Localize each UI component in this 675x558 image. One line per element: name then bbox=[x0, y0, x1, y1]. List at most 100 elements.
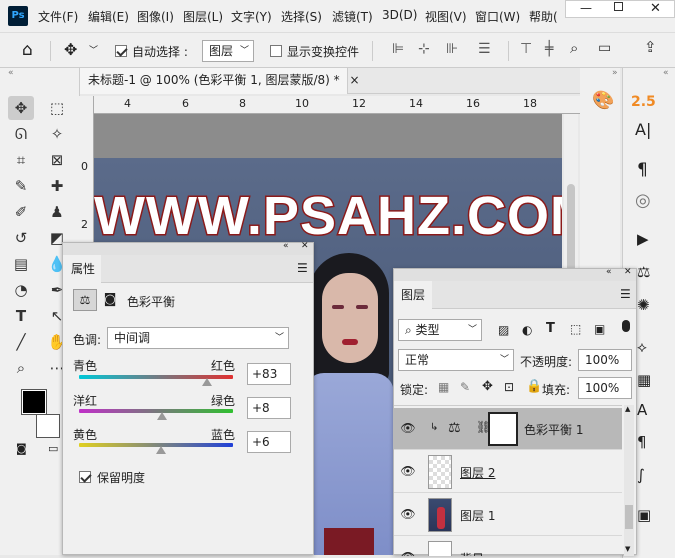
filter-pixel-icon[interactable]: ▨ bbox=[498, 323, 509, 337]
cyan-red-value[interactable]: +83 bbox=[247, 363, 291, 385]
brush-tool-icon[interactable]: ✐ bbox=[8, 200, 34, 224]
magenta-green-track[interactable] bbox=[79, 409, 233, 413]
menu-view[interactable]: 视图(V) bbox=[425, 8, 467, 25]
swatches-icon[interactable]: ▦ bbox=[637, 371, 651, 389]
magenta-green-slider-thumb[interactable] bbox=[157, 412, 168, 420]
type-tool-icon[interactable]: T bbox=[8, 304, 34, 328]
visibility-eye-icon[interactable]: 👁 bbox=[400, 465, 416, 477]
menu-help[interactable]: 帮助( bbox=[529, 8, 558, 25]
lasso-tool-icon[interactable]: ᘏ bbox=[8, 122, 34, 146]
menu-window[interactable]: 窗口(W) bbox=[475, 8, 520, 25]
filter-shape-icon[interactable]: ⬚ bbox=[570, 322, 581, 336]
menu-select[interactable]: 选择(S) bbox=[281, 8, 322, 25]
blend-mode-dropdown[interactable]: 正常 ﹀ bbox=[398, 349, 514, 371]
lock-position-icon[interactable]: ✥ bbox=[482, 379, 493, 394]
filter-adjustment-icon[interactable]: ◐ bbox=[522, 323, 532, 337]
layer-row[interactable]: 👁 图层 1 bbox=[394, 494, 622, 536]
layer-name[interactable]: 图层 1 bbox=[460, 507, 495, 524]
move-tool-icon[interactable]: ✥ bbox=[64, 40, 77, 59]
auto-select-dropdown[interactable]: 图层 ﹀ bbox=[202, 40, 254, 62]
distribute-icon[interactable]: ☰ bbox=[478, 41, 491, 57]
align-left-icon[interactable]: ⊫ bbox=[392, 41, 404, 57]
menu-file[interactable]: 文件(F) bbox=[38, 8, 78, 25]
scroll-thumb[interactable] bbox=[625, 505, 633, 529]
layer-filter-dropdown[interactable]: ⌕ 类型 ﹀ bbox=[398, 319, 482, 341]
marquee-tool-icon[interactable]: ⬚ bbox=[44, 96, 70, 120]
lock-transparent-icon[interactable]: ▦ bbox=[438, 380, 449, 394]
preserve-luminosity-checkbox[interactable] bbox=[79, 471, 91, 483]
share-icon[interactable]: ⇪ bbox=[644, 38, 657, 56]
path-icon[interactable]: ∫ bbox=[637, 466, 645, 484]
fill-input[interactable]: 100% bbox=[578, 377, 632, 399]
auto-select-checkbox[interactable] bbox=[115, 45, 127, 57]
visibility-eye-icon[interactable]: 👁 bbox=[400, 551, 416, 556]
menu-image[interactable]: 图像(I) bbox=[137, 8, 174, 25]
line-tool-icon[interactable]: ╱ bbox=[8, 330, 34, 354]
align-middle-icon[interactable]: ╪ bbox=[545, 41, 553, 57]
opacity-input[interactable]: 100% bbox=[578, 349, 632, 371]
brush-settings-icon[interactable]: ✺ bbox=[637, 296, 650, 314]
zoom-tool-icon[interactable]: ⌕ bbox=[8, 356, 34, 380]
layer-name[interactable]: 图层 2 bbox=[460, 464, 495, 481]
workspace-icon[interactable]: ▭ bbox=[598, 40, 611, 56]
home-icon[interactable]: ⌂ bbox=[22, 40, 33, 60]
move-tool-icon[interactable]: ✥ bbox=[8, 96, 34, 120]
character-icon[interactable]: A| bbox=[635, 120, 651, 139]
collapse-icon[interactable]: « bbox=[8, 68, 14, 78]
play-icon[interactable]: ▶ bbox=[637, 230, 649, 248]
chevron-down-icon[interactable]: ﹀ bbox=[89, 43, 98, 56]
glyph-icon[interactable]: ◎ bbox=[635, 190, 651, 211]
layer-row[interactable]: 👁 背景 bbox=[394, 537, 622, 556]
visibility-eye-icon[interactable]: 👁 bbox=[400, 508, 416, 520]
close-window-icon[interactable]: ✕ bbox=[650, 1, 661, 16]
layer-row[interactable]: 👁 图层 2 bbox=[394, 451, 622, 493]
healing-brush-icon[interactable]: ✚ bbox=[44, 174, 70, 198]
stamp-tool-icon[interactable]: ♟ bbox=[44, 200, 70, 224]
layer-name[interactable]: 色彩平衡 1 bbox=[524, 421, 583, 438]
balance-icon[interactable]: ⚖ bbox=[73, 289, 97, 311]
minimize-icon[interactable]: — bbox=[580, 1, 592, 15]
collapse-icon[interactable]: « bbox=[663, 68, 669, 78]
frame-tool-icon[interactable]: ⊠ bbox=[44, 148, 70, 172]
history-brush-icon[interactable]: ↺ bbox=[8, 226, 34, 250]
lock-image-icon[interactable]: ✎ bbox=[460, 380, 470, 394]
eyedropper-icon[interactable]: ✎ bbox=[8, 174, 34, 198]
align-center-icon[interactable]: ⊹ bbox=[418, 41, 430, 57]
visibility-eye-icon[interactable]: 👁 bbox=[400, 422, 416, 434]
filter-toggle[interactable] bbox=[622, 320, 630, 332]
document-tab[interactable]: 未标题-1 @ 100% (色彩平衡 1, 图层蒙版/8) * × bbox=[80, 68, 360, 94]
layer-name[interactable]: 背景 bbox=[460, 550, 484, 556]
paragraph-icon[interactable]: ¶ bbox=[637, 433, 647, 451]
lock-artboard-icon[interactable]: ⊡ bbox=[504, 380, 514, 394]
filter-smart-object-icon[interactable]: ▣ bbox=[594, 322, 605, 336]
layers-scrollbar[interactable]: ▲ ▼ bbox=[624, 405, 634, 556]
collapse-icon[interactable]: « bbox=[283, 241, 289, 251]
close-icon[interactable]: × bbox=[349, 73, 359, 87]
palette-icon[interactable]: 🎨 bbox=[592, 90, 614, 111]
panel-menu-icon[interactable]: ☰ bbox=[620, 287, 631, 301]
character-size-value[interactable]: 2.5 bbox=[631, 94, 656, 110]
scroll-up-icon[interactable]: ▲ bbox=[625, 405, 630, 413]
background-color-swatch[interactable] bbox=[36, 414, 60, 438]
magenta-green-value[interactable]: +8 bbox=[247, 397, 291, 419]
menu-filter[interactable]: 滤镜(T) bbox=[332, 8, 373, 25]
close-icon[interactable]: ✕ bbox=[301, 241, 309, 251]
tab-layers[interactable]: 图层 bbox=[394, 281, 432, 309]
crop-tool-icon[interactable]: ⌗ bbox=[8, 148, 34, 172]
paragraph-icon[interactable]: ¶ bbox=[637, 160, 648, 180]
history-icon[interactable]: ⚖ bbox=[637, 263, 650, 281]
collapse-icon[interactable]: « bbox=[606, 267, 612, 277]
yellow-blue-slider-thumb[interactable] bbox=[155, 446, 166, 454]
layer-mask-thumbnail[interactable] bbox=[488, 412, 518, 446]
menu-type[interactable]: 文字(Y) bbox=[231, 8, 272, 25]
menu-3d[interactable]: 3D(D) bbox=[382, 8, 417, 22]
tab-properties[interactable]: 属性 bbox=[63, 255, 101, 283]
foreground-color-swatch[interactable] bbox=[21, 389, 47, 415]
yellow-blue-value[interactable]: +6 bbox=[247, 431, 291, 453]
layer-comps-icon[interactable]: ▣ bbox=[637, 506, 651, 524]
mask-icon[interactable]: ◙ bbox=[99, 289, 121, 311]
layer-row[interactable]: 👁 ↳ ⚖ ⛓ 色彩平衡 1 bbox=[394, 408, 622, 450]
filter-type-icon[interactable]: T bbox=[546, 321, 555, 336]
lock-all-icon[interactable]: 🔒 bbox=[526, 379, 542, 394]
magic-wand-icon[interactable]: ✧ bbox=[44, 122, 70, 146]
